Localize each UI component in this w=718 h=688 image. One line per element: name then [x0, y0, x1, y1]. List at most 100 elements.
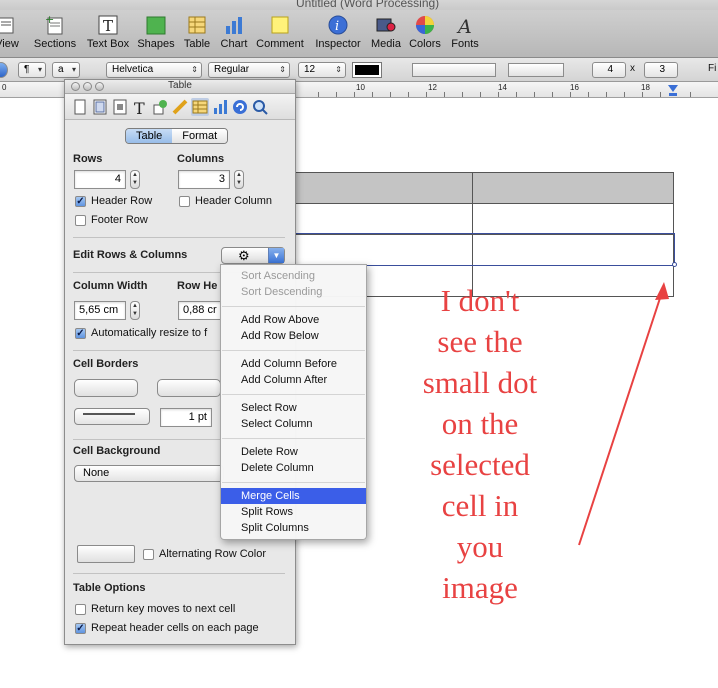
footer-row-checkbox[interactable] [75, 215, 86, 226]
toolbar-fonts-button[interactable]: A Fonts [448, 14, 482, 50]
tab-table[interactable]: Table [126, 129, 173, 143]
ruler-label-zero: 0 [2, 83, 7, 92]
row-height-field[interactable]: 0,88 cr [178, 301, 222, 320]
table-cell[interactable] [471, 172, 674, 204]
chart-icon [223, 14, 245, 36]
menu-item-split-columns[interactable]: Split Columns [221, 520, 366, 536]
menu-item-split-rows[interactable]: Split Rows [221, 504, 366, 520]
border-style-popup[interactable] [74, 408, 150, 425]
annotation-line: I don't [440, 283, 520, 318]
header-row-label: Header Row [91, 195, 153, 207]
alternating-color-well[interactable] [77, 545, 135, 563]
menu-item-add-row-above[interactable]: Add Row Above [221, 312, 366, 328]
chevron-down-icon: ⇕ [191, 65, 198, 74]
toolbar-chart-button[interactable]: Chart [218, 14, 250, 50]
border-width-field[interactable]: 1 pt [160, 408, 212, 427]
column-width-field[interactable]: 5,65 cm [74, 301, 126, 320]
style-drawer-toggle[interactable] [0, 62, 8, 78]
paragraph-style-popup[interactable]: ¶ ▾ [18, 62, 46, 78]
table-cell[interactable] [270, 172, 473, 204]
auto-resize-checkbox[interactable]: ✓ [75, 328, 86, 339]
toolbar-inspector-button[interactable]: i Inspector [312, 14, 364, 50]
menu-item-select-column[interactable]: Select Column [221, 416, 366, 432]
toolbar-view-button[interactable]: View [0, 14, 22, 50]
column-width-label: Column Width [73, 280, 148, 292]
colors-icon [414, 14, 436, 36]
alignment-buttons[interactable] [412, 63, 496, 77]
menu-item-merge-cells[interactable]: Merge Cells [221, 488, 366, 504]
inspector-titlebar[interactable]: Table [65, 80, 295, 94]
divider [73, 573, 285, 574]
chart-inspector-icon[interactable] [211, 98, 229, 116]
font-family-popup[interactable]: Helvetica ⇕ [106, 62, 202, 78]
annotation-text: I don't see the small dot on the selecte… [400, 280, 560, 608]
quicktime-inspector-icon[interactable] [251, 98, 269, 116]
table-cell[interactable] [471, 203, 674, 235]
media-icon [375, 14, 397, 36]
toolbar-sections-button[interactable]: + Sections [32, 14, 78, 50]
text-color-swatch[interactable] [352, 62, 382, 78]
svg-text:T: T [134, 99, 145, 115]
toolbar-media-button[interactable]: Media [368, 14, 404, 50]
rows-stepper[interactable]: ▲ ▼ [130, 170, 140, 189]
menu-item-delete-column[interactable]: Delete Column [221, 460, 366, 476]
link-inspector-icon[interactable] [231, 98, 249, 116]
chevron-down-icon: ▾ [37, 65, 42, 74]
toolbar-colors-button[interactable]: Colors [408, 14, 442, 50]
sections-icon: + [44, 14, 66, 36]
document-inspector-icon[interactable] [71, 98, 89, 116]
layout-inspector-icon[interactable] [91, 98, 109, 116]
metrics-inspector-icon[interactable] [171, 98, 189, 116]
edit-rows-columns-button[interactable]: ⚙ ▼ [221, 247, 285, 264]
table-inspector-icon[interactable] [191, 98, 209, 116]
main-toolbar: View + Sections T Text Box Shapes Table … [0, 10, 718, 58]
table-row[interactable] [270, 172, 674, 204]
header-row-checkbox[interactable]: ✓ [75, 196, 86, 207]
columns-stepper[interactable]: ▲ ▼ [234, 170, 244, 189]
table-row[interactable] [270, 203, 674, 235]
header-column-checkbox[interactable] [179, 196, 190, 207]
menu-item-select-row[interactable]: Select Row [221, 400, 366, 416]
rows-field[interactable]: 4 [74, 170, 126, 189]
column-width-stepper[interactable]: ▲ ▼ [130, 301, 140, 320]
table-icon [186, 14, 208, 36]
svg-text:i: i [335, 19, 339, 34]
menu-item-add-row-below[interactable]: Add Row Below [221, 328, 366, 344]
border-segments-right[interactable] [157, 379, 221, 397]
selection-handle[interactable] [672, 262, 677, 267]
table-rows-field[interactable]: 3 [644, 62, 678, 78]
return-key-checkbox[interactable] [75, 604, 86, 615]
menu-item-sort-descending: Sort Descending [241, 286, 323, 298]
svg-text:T: T [103, 17, 113, 35]
font-size-popup[interactable]: 12 ⇕ [298, 62, 346, 78]
alternating-row-checkbox[interactable] [143, 549, 154, 560]
annotation-line: on the [441, 406, 519, 441]
ruler-tab-stop-icon[interactable] [668, 85, 678, 97]
table-columns-field[interactable]: 4 [592, 62, 626, 78]
border-segments-left[interactable] [74, 379, 138, 397]
toolbar-textbox-button[interactable]: T Text Box [84, 14, 132, 50]
cell-background-label: Cell Background [73, 445, 161, 457]
return-key-label: Return key moves to next cell [91, 603, 236, 615]
vertical-alignment-buttons[interactable] [508, 63, 564, 77]
tab-format[interactable]: Format [172, 129, 228, 143]
graphic-inspector-icon[interactable] [151, 98, 169, 116]
toolbar-shapes-button[interactable]: Shapes [136, 14, 176, 50]
toolbar-comment-button[interactable]: Comment [254, 14, 306, 50]
menu-item-add-column-before[interactable]: Add Column Before [221, 356, 366, 372]
cell-background-popup[interactable]: None [74, 465, 224, 482]
annotation-line: image [442, 570, 518, 605]
toolbar-table-button[interactable]: Table [180, 14, 214, 50]
menu-item-delete-row[interactable]: Delete Row [221, 444, 366, 460]
repeat-header-checkbox[interactable]: ✓ [75, 623, 86, 634]
font-style-popup[interactable]: Regular ⇕ [208, 62, 290, 78]
inspector-icon: i [327, 14, 349, 36]
menu-item-add-column-after[interactable]: Add Column After [221, 372, 366, 388]
wrap-inspector-icon[interactable] [111, 98, 129, 116]
columns-field[interactable]: 3 [178, 170, 230, 189]
table-cell[interactable] [270, 203, 473, 235]
menu-separator [222, 350, 365, 351]
header-column-label: Header Column [195, 195, 273, 207]
character-style-popup[interactable]: a ▾ [52, 62, 80, 78]
text-inspector-icon[interactable]: T [131, 98, 149, 116]
